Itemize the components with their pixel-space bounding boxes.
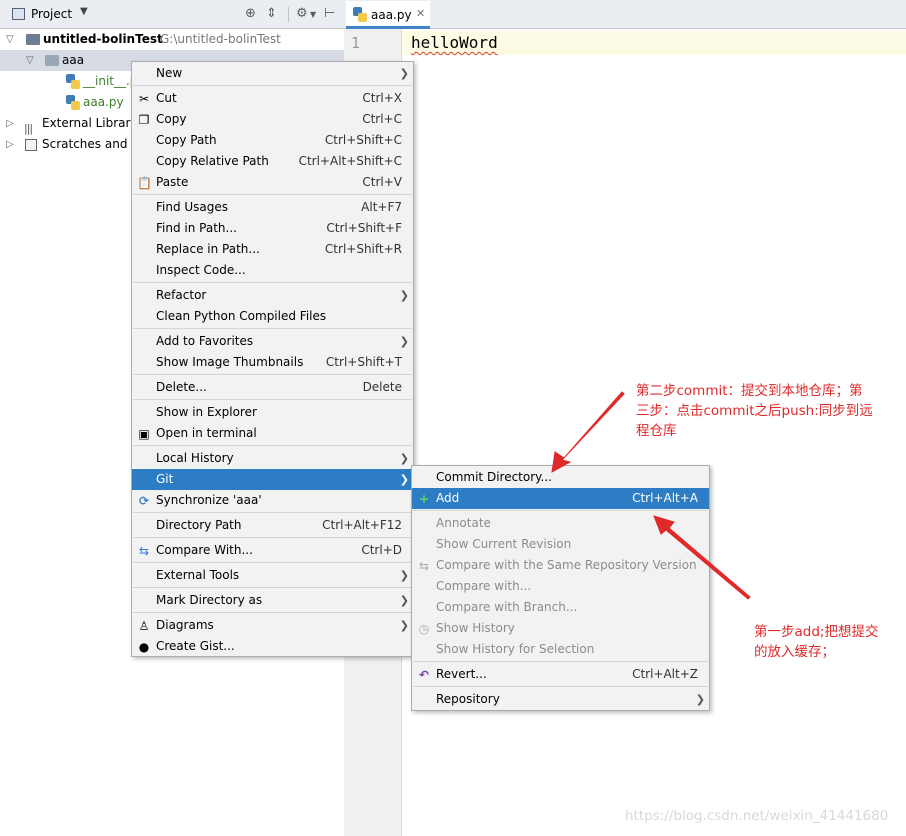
annotation-line: 第一步add;把想提交 [754, 624, 879, 640]
watermark: https://blog.csdn.net/weixin_41441680 [625, 808, 889, 824]
annotation-line: 第二步commit：提交到本地仓库；第 [636, 383, 863, 399]
annotation-line: 三步：点击commit之后push:同步到远 [636, 403, 873, 419]
annotation-line: 程仓库 [636, 423, 677, 439]
arrow-step1 [653, 515, 751, 600]
annotation-step1: 第一步add;把想提交 的放入缓存； [754, 622, 878, 662]
annotation-step2: 第二步commit：提交到本地仓库；第 三步：点击commit之后push:同步… [636, 381, 873, 441]
annotation-line: 的放入缓存； [754, 644, 835, 660]
arrow-step2 [551, 391, 625, 473]
